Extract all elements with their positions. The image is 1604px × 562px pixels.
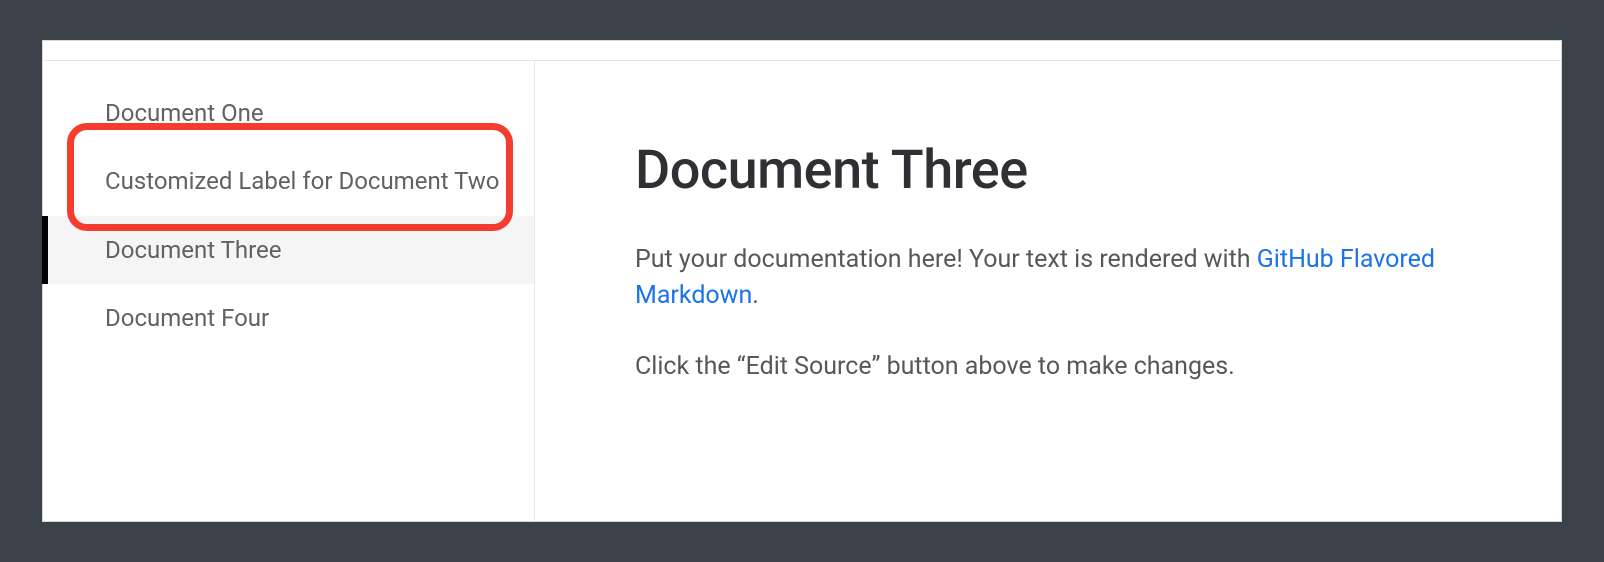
intro-text-pre: Put your documentation here! Your text i… — [635, 245, 1257, 274]
top-strip — [43, 41, 1561, 61]
sidebar-item-document-two[interactable]: Customized Label for Document Two — [43, 147, 534, 215]
sidebar-item-label: Document Three — [105, 236, 282, 264]
documentation-panel: Document One Customized Label for Docume… — [42, 40, 1562, 522]
page-title: Document Three — [635, 139, 1521, 202]
sidebar-item-label: Document One — [105, 99, 264, 127]
intro-text-post: . — [752, 281, 759, 310]
edit-instruction: Click the “Edit Source” button above to … — [635, 349, 1515, 385]
panel-body: Document One Customized Label for Docume… — [43, 61, 1561, 521]
sidebar: Document One Customized Label for Docume… — [43, 61, 535, 521]
sidebar-item-label: Document Four — [105, 304, 269, 332]
sidebar-item-document-four[interactable]: Document Four — [43, 284, 534, 352]
sidebar-item-document-one[interactable]: Document One — [43, 79, 534, 147]
sidebar-item-document-three[interactable]: Document Three — [43, 216, 534, 284]
sidebar-item-label: Customized Label for Document Two — [105, 167, 499, 195]
intro-paragraph: Put your documentation here! Your text i… — [635, 242, 1515, 313]
content-area: Document Three Put your documentation he… — [535, 61, 1561, 521]
